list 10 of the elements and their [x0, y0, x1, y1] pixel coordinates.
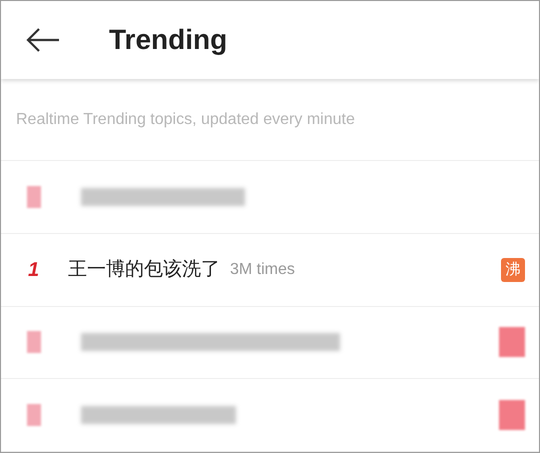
view-count: 3M times — [230, 260, 295, 280]
rank-number: 1 — [28, 258, 40, 283]
topic-title[interactable]: 王一博的包该洗了 — [68, 255, 220, 284]
subtitle: Realtime Trending topics, updated every minute — [16, 110, 355, 130]
page-title: Trending — [109, 23, 228, 57]
redacted-rank — [27, 186, 41, 208]
back-arrow-icon — [26, 28, 60, 52]
redacted-rank — [27, 404, 41, 426]
hot-badge: 沸 — [501, 258, 525, 282]
redacted-rank — [27, 331, 41, 354]
